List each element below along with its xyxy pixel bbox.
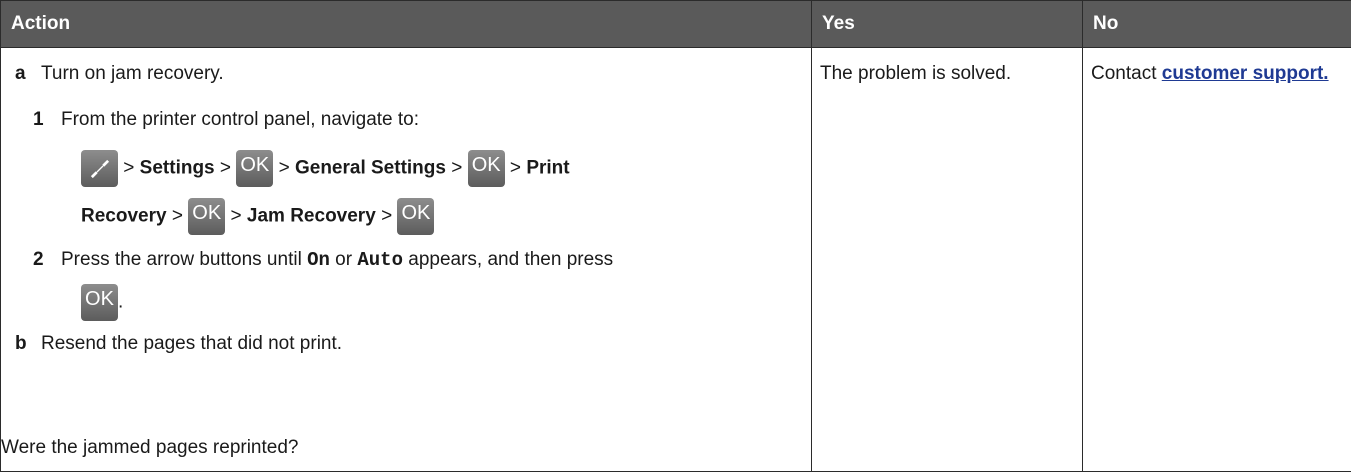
ok-button-icon: OK	[397, 198, 435, 235]
step-letter-b: b	[15, 333, 27, 354]
question: Were the jammed pages reprinted?	[1, 437, 299, 458]
table-row: a Turn on jam recovery. 1 From the printer…	[0, 47, 1351, 472]
ok-button-icon: OK	[236, 150, 274, 187]
substep-2-or: or	[335, 249, 353, 270]
substep-2-period: .	[118, 291, 124, 313]
path-separator: >	[278, 157, 290, 179]
header-row: Action Yes No	[0, 0, 1351, 48]
path-general-settings: General Settings	[294, 157, 446, 179]
path-settings: Settings	[139, 157, 215, 179]
path-separator: >	[123, 157, 135, 179]
header-yes: Yes	[811, 0, 1083, 48]
substep-num-2: 2	[33, 249, 44, 270]
option-on: On	[307, 249, 330, 271]
substep-1-text: From the printer control panel, navigate…	[61, 109, 420, 130]
action-cell: a Turn on jam recovery. 1 From the printer…	[0, 47, 812, 472]
step-b-text: Resend the pages that did not print.	[41, 333, 343, 354]
substep-1: 1 From the printer control panel, navigat…	[1, 108, 419, 132]
header-action: Action	[0, 0, 812, 48]
path-separator: >	[381, 205, 393, 227]
step-letter-a: a	[15, 63, 26, 84]
path-separator: >	[219, 157, 232, 179]
ok-button-icon: OK	[81, 284, 118, 321]
wrench-icon	[81, 150, 118, 187]
nav-path-line-2: Recovery > OK > Jam Recovery > OK	[1, 198, 435, 235]
step-a: a Turn on jam recovery.	[1, 62, 224, 86]
ok-button-icon: OK	[467, 150, 505, 187]
path-separator: >	[230, 205, 242, 227]
substep-2: 2 Press the arrow buttons until On or Aut…	[1, 248, 613, 272]
customer-support-link[interactable]: customer support.	[1162, 63, 1329, 84]
ok-button-icon: OK	[188, 198, 226, 235]
no-cell-prefix: Contact	[1091, 63, 1157, 84]
path-jam-recovery: Jam Recovery	[246, 205, 376, 227]
step-b: b Resend the pages that did not print.	[1, 332, 342, 356]
substep-num-1: 1	[33, 109, 44, 130]
substep-2-text-after: appears, and then press	[408, 249, 614, 270]
substep-2-ok-line: OK.	[1, 284, 123, 321]
nav-path-line-1: > Settings > OK > General Settings > OK …	[1, 150, 570, 187]
no-cell: Contact customer support.	[1082, 47, 1351, 472]
path-separator: >	[509, 157, 522, 179]
header-no: No	[1082, 0, 1351, 48]
path-separator: >	[171, 205, 183, 227]
yes-cell: The problem is solved.	[811, 47, 1083, 472]
step-a-text: Turn on jam recovery.	[41, 63, 224, 84]
path-recovery: Recovery	[81, 205, 167, 227]
substep-2-text-before: Press the arrow buttons until	[61, 249, 302, 270]
option-auto: Auto	[357, 249, 403, 271]
path-print: Print	[526, 157, 570, 179]
path-separator: >	[451, 157, 463, 179]
troubleshooting-table: Action Yes No a Turn on jam recovery. 1 Fr…	[0, 0, 1351, 472]
